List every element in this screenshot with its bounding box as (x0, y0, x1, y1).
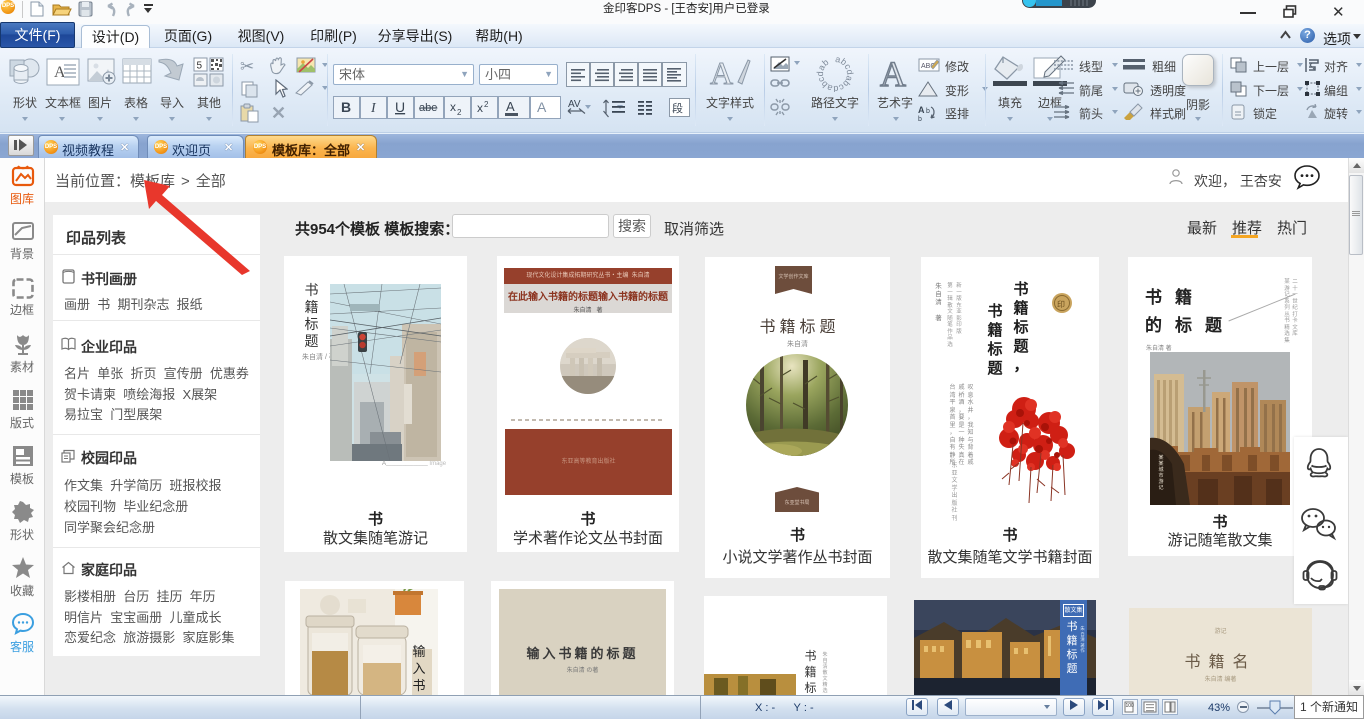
svg-text:x: x (477, 101, 483, 115)
svg-text:AV: AV (568, 99, 581, 110)
svg-text:100: 100 (1126, 703, 1135, 709)
svg-text:abcdabcdabcdab: abcdabcdabcdab (815, 54, 855, 92)
svg-text:abe: abe (419, 102, 437, 114)
svg-text:印: 印 (1057, 300, 1065, 309)
svg-text:A: A (506, 99, 515, 114)
svg-text:b: b (918, 116, 922, 122)
svg-text:A: A (537, 99, 547, 115)
svg-text:A: A (710, 55, 733, 91)
svg-text:x: x (450, 100, 456, 114)
svg-text:2: 2 (484, 100, 489, 109)
svg-text:A: A (880, 54, 906, 92)
svg-text:A: A (918, 105, 925, 115)
svg-text:U: U (395, 99, 405, 115)
svg-text:b: b (926, 108, 930, 115)
svg-text:段: 段 (672, 101, 683, 115)
svg-text:5: 5 (197, 61, 203, 72)
svg-text:2: 2 (457, 108, 462, 117)
svg-text:B: B (341, 99, 351, 115)
